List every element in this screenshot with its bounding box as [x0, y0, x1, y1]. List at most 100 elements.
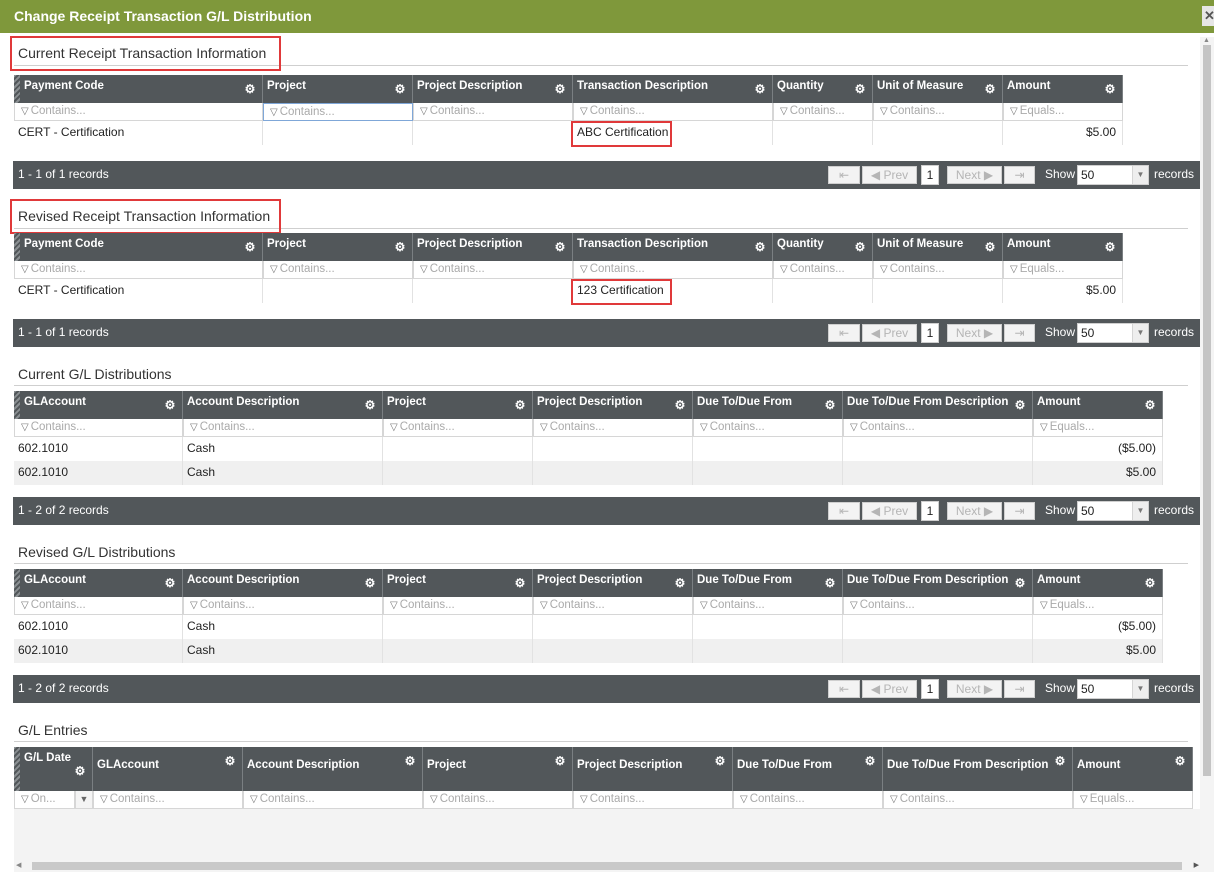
column-header-account-description[interactable]: Account Description ⚙ [243, 747, 423, 791]
filter-input-payment-code[interactable]: ▽ Contains... [14, 103, 263, 121]
filter-input-account-description[interactable]: ▽ Contains... [183, 419, 383, 437]
first-page-button[interactable]: ⇤ [828, 502, 860, 520]
last-page-button[interactable]: ⇥ [1004, 324, 1035, 342]
gear-icon[interactable]: ⚙ [164, 577, 176, 589]
chevron-down-icon[interactable]: ▼ [1132, 324, 1148, 342]
vertical-scrollbar-thumb[interactable] [1203, 45, 1211, 776]
gear-icon[interactable]: ⚙ [1174, 755, 1186, 767]
table-row[interactable]: CERT - Certification ABC Certification $5.… [14, 121, 1123, 145]
gear-icon[interactable]: ⚙ [1054, 755, 1066, 767]
filter-input-project[interactable]: ▽ Contains... [263, 103, 413, 121]
column-header-quantity[interactable]: Quantity ⚙ [773, 233, 873, 261]
filter-input-payment-code[interactable]: ▽ Contains... [14, 261, 263, 279]
gear-icon[interactable]: ⚙ [394, 83, 406, 95]
filter-input-glaccount[interactable]: ▽ Contains... [14, 597, 183, 615]
filter-input-transaction-description[interactable]: ▽ Contains... [573, 103, 773, 121]
filter-input-glaccount[interactable]: ▽ Contains... [14, 419, 183, 437]
filter-input-due-to-due-from[interactable]: ▽ Contains... [733, 791, 883, 809]
chevron-down-icon[interactable]: ▼ [1132, 166, 1148, 184]
filter-input-due-to-due-from-description[interactable]: ▽ Contains... [843, 419, 1033, 437]
prev-page-button[interactable]: ◀ Prev [862, 680, 917, 698]
gear-icon[interactable]: ⚙ [674, 399, 686, 411]
gear-icon[interactable]: ⚙ [1104, 83, 1116, 95]
column-header-due-to-due-from-description[interactable]: Due To/Due From Description ⚙ [843, 569, 1033, 597]
next-page-button[interactable]: Next ▶ [947, 324, 1002, 342]
column-header-project-description[interactable]: Project Description ⚙ [573, 747, 733, 791]
column-header-amount[interactable]: Amount ⚙ [1033, 569, 1163, 597]
close-icon[interactable]: ✕ [1202, 6, 1214, 26]
filter-input-project-description[interactable]: ▽ Contains... [573, 791, 733, 809]
column-header-amount[interactable]: Amount ⚙ [1033, 391, 1163, 419]
gear-icon[interactable]: ⚙ [554, 83, 566, 95]
column-header-unit-of-measure[interactable]: Unit of Measure ⚙ [873, 75, 1003, 103]
column-header-due-to-due-from[interactable]: Due To/Due From ⚙ [693, 391, 843, 419]
current-page-number[interactable]: 1 [921, 323, 939, 343]
gear-icon[interactable]: ⚙ [404, 755, 416, 767]
gear-icon[interactable]: ⚙ [984, 241, 996, 253]
gear-icon[interactable]: ⚙ [854, 241, 866, 253]
column-header-glaccount[interactable]: GLAccount ⚙ [14, 391, 183, 419]
filter-input-quantity[interactable]: ▽ Contains... [773, 103, 873, 121]
filter-input-due-to-due-from[interactable]: ▽ Contains... [693, 419, 843, 437]
scroll-right-icon[interactable]: ▶ [1194, 861, 1199, 869]
gear-icon[interactable]: ⚙ [164, 399, 176, 411]
next-page-button[interactable]: Next ▶ [947, 166, 1002, 184]
column-header-project[interactable]: Project ⚙ [263, 233, 413, 261]
filter-input-project-description[interactable]: ▽ Contains... [413, 261, 573, 279]
gear-icon[interactable]: ⚙ [244, 83, 256, 95]
table-row[interactable]: 602.1010 Cash $5.00 [14, 639, 1163, 663]
column-header-payment-code[interactable]: Payment Code ⚙ [14, 233, 263, 261]
column-header-project[interactable]: Project ⚙ [423, 747, 573, 791]
scroll-left-icon[interactable]: ◀ [16, 861, 21, 869]
filter-input-unit-of-measure[interactable]: ▽ Contains... [873, 103, 1003, 121]
filter-input-account-description[interactable]: ▽ Contains... [183, 597, 383, 615]
column-header-due-to-due-from[interactable]: Due To/Due From ⚙ [693, 569, 843, 597]
gear-icon[interactable]: ⚙ [824, 399, 836, 411]
gear-icon[interactable]: ⚙ [364, 577, 376, 589]
column-header-transaction-description[interactable]: Transaction Description ⚙ [573, 233, 773, 261]
table-row[interactable]: 602.1010 Cash ($5.00) [14, 437, 1163, 461]
next-page-button[interactable]: Next ▶ [947, 680, 1002, 698]
column-header-amount[interactable]: Amount ⚙ [1003, 75, 1123, 103]
column-header-unit-of-measure[interactable]: Unit of Measure ⚙ [873, 233, 1003, 261]
column-header-project[interactable]: Project ⚙ [383, 391, 533, 419]
filter-input-due-to-due-from[interactable]: ▽ Contains... [693, 597, 843, 615]
filter-input-project[interactable]: ▽ Contains... [383, 419, 533, 437]
filter-input-amount[interactable]: ▽ Equals... [1033, 419, 1163, 437]
filter-input-amount[interactable]: ▽ Equals... [1073, 791, 1193, 809]
filter-input-project[interactable]: ▽ Contains... [263, 261, 413, 279]
filter-input-project[interactable]: ▽ Contains... [423, 791, 573, 809]
gear-icon[interactable]: ⚙ [554, 755, 566, 767]
column-header-project-description[interactable]: Project Description ⚙ [413, 233, 573, 261]
filter-input-amount[interactable]: ▽ Equals... [1003, 261, 1123, 279]
scroll-up-icon[interactable]: ▲ [1203, 37, 1210, 44]
gear-icon[interactable]: ⚙ [864, 755, 876, 767]
column-header-due-to-due-from-description[interactable]: Due To/Due From Description ⚙ [883, 747, 1073, 791]
column-header-due-to-due-from-description[interactable]: Due To/Due From Description ⚙ [843, 391, 1033, 419]
column-header-account-description[interactable]: Account Description ⚙ [183, 569, 383, 597]
gear-icon[interactable]: ⚙ [1144, 577, 1156, 589]
filter-input-amount[interactable]: ▽ Equals... [1003, 103, 1123, 121]
filter-input-project-description[interactable]: ▽ Contains... [533, 419, 693, 437]
filter-input-due-to-due-from-description[interactable]: ▽ Contains... [843, 597, 1033, 615]
gear-icon[interactable]: ⚙ [394, 241, 406, 253]
gear-icon[interactable]: ⚙ [854, 83, 866, 95]
prev-page-button[interactable]: ◀ Prev [862, 166, 917, 184]
column-header-project[interactable]: Project ⚙ [263, 75, 413, 103]
column-header-transaction-description[interactable]: Transaction Description ⚙ [573, 75, 773, 103]
gear-icon[interactable]: ⚙ [224, 755, 236, 767]
chevron-down-icon[interactable]: ▼ [1132, 502, 1148, 520]
page-size-select[interactable]: 50 ▼ [1077, 501, 1149, 521]
column-header-amount[interactable]: Amount ⚙ [1073, 747, 1193, 791]
column-header-project[interactable]: Project ⚙ [383, 569, 533, 597]
filter-input-project[interactable]: ▽ Contains... [383, 597, 533, 615]
filter-input-project-description[interactable]: ▽ Contains... [413, 103, 573, 121]
filter-input-account-description[interactable]: ▽ Contains... [243, 791, 423, 809]
prev-page-button[interactable]: ◀ Prev [862, 502, 917, 520]
gear-icon[interactable]: ⚙ [514, 577, 526, 589]
gear-icon[interactable]: ⚙ [364, 399, 376, 411]
gear-icon[interactable]: ⚙ [244, 241, 256, 253]
current-page-number[interactable]: 1 [921, 165, 939, 185]
gear-icon[interactable]: ⚙ [1014, 577, 1026, 589]
gear-icon[interactable]: ⚙ [514, 399, 526, 411]
